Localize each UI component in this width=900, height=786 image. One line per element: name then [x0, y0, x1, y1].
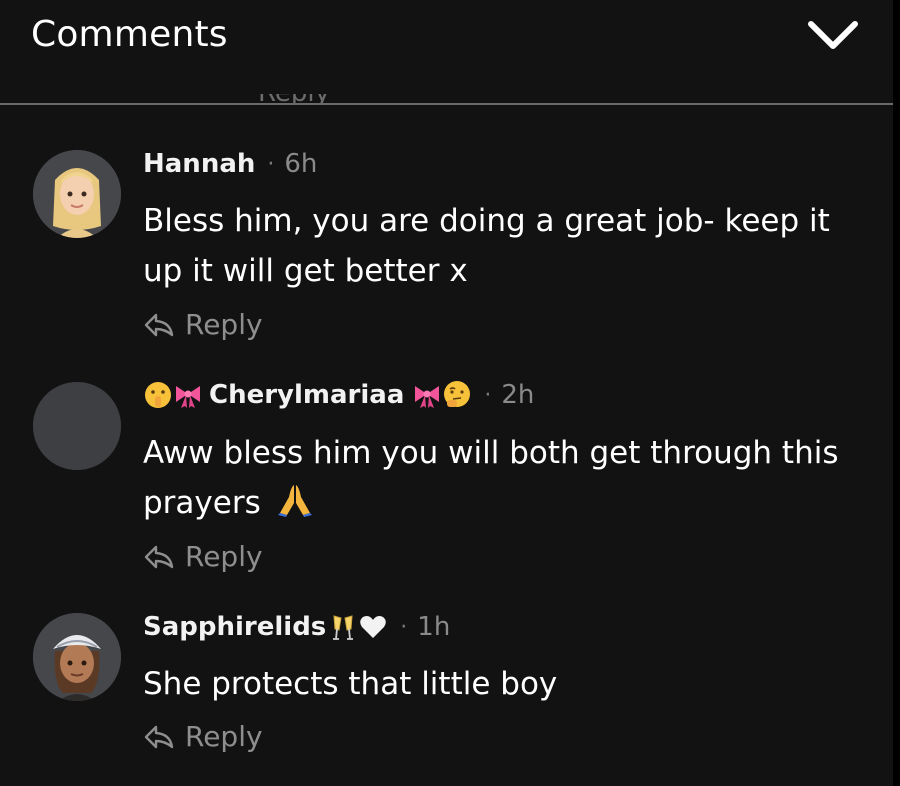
shushing-face-emoji-icon [145, 382, 171, 408]
avatar[interactable] [33, 613, 121, 701]
comment-text-body: Aww bless him you will both get through … [143, 435, 839, 521]
right-edge-gap [893, 0, 900, 786]
reply-button[interactable]: Reply [143, 540, 263, 573]
reply-arrow-icon [144, 725, 174, 748]
white-heart-emoji-icon [360, 616, 387, 638]
author-line: Cherylmariaa · 2h [143, 380, 534, 410]
comment-timestamp: 1h [417, 612, 451, 642]
folded-hands-emoji-icon [277, 485, 312, 517]
comment-text: She protects that little boy [143, 666, 558, 702]
author-name[interactable]: Sapphirelids [143, 612, 326, 642]
reply-label: Reply [185, 540, 263, 573]
separator-dot: · [267, 151, 275, 177]
header-divider [0, 103, 893, 105]
comments-panel: Comments Reply Hannah · [0, 0, 893, 786]
avatar[interactable] [33, 382, 121, 470]
separator-dot: · [400, 614, 408, 640]
previous-reply-label: Reply [258, 94, 330, 103]
author-line: Hannah · 6h [143, 149, 317, 179]
author-name[interactable]: Cherylmariaa [209, 380, 404, 410]
comment-text: Bless him, you are doing a great job- ke… [143, 203, 830, 289]
reply-arrow-icon [144, 545, 174, 568]
reply-button[interactable]: Reply [143, 308, 263, 341]
separator-dot: · [484, 382, 492, 408]
avatar[interactable] [33, 150, 121, 238]
pink-ribbon-emoji-icon [415, 386, 440, 408]
chevron-down-icon [808, 21, 858, 49]
comments-header: Comments [0, 0, 893, 72]
author-line: Sapphirelids · 1h [143, 612, 450, 642]
bandana-avatar-icon [33, 613, 121, 701]
comment-timestamp: 2h [501, 380, 535, 410]
comment-timestamp: 6h [284, 149, 318, 179]
reply-arrow-icon [144, 313, 174, 336]
reply-label: Reply [185, 720, 263, 753]
pink-ribbon-emoji-icon [176, 386, 200, 408]
page-title: Comments [31, 14, 228, 55]
reply-label: Reply [185, 308, 263, 341]
reply-button[interactable]: Reply [143, 720, 263, 753]
blonde-avatar-icon [33, 150, 121, 238]
author-name[interactable]: Hannah [143, 149, 255, 179]
collapse-button[interactable] [806, 12, 860, 56]
empty-avatar-icon [33, 382, 121, 470]
previous-reply-button[interactable]: Reply [258, 94, 378, 103]
thinking-face-emoji-icon [444, 381, 471, 407]
clinking-glasses-emoji-icon [333, 615, 354, 640]
comment-text: Aww bless him you will both get through … [143, 428, 863, 528]
